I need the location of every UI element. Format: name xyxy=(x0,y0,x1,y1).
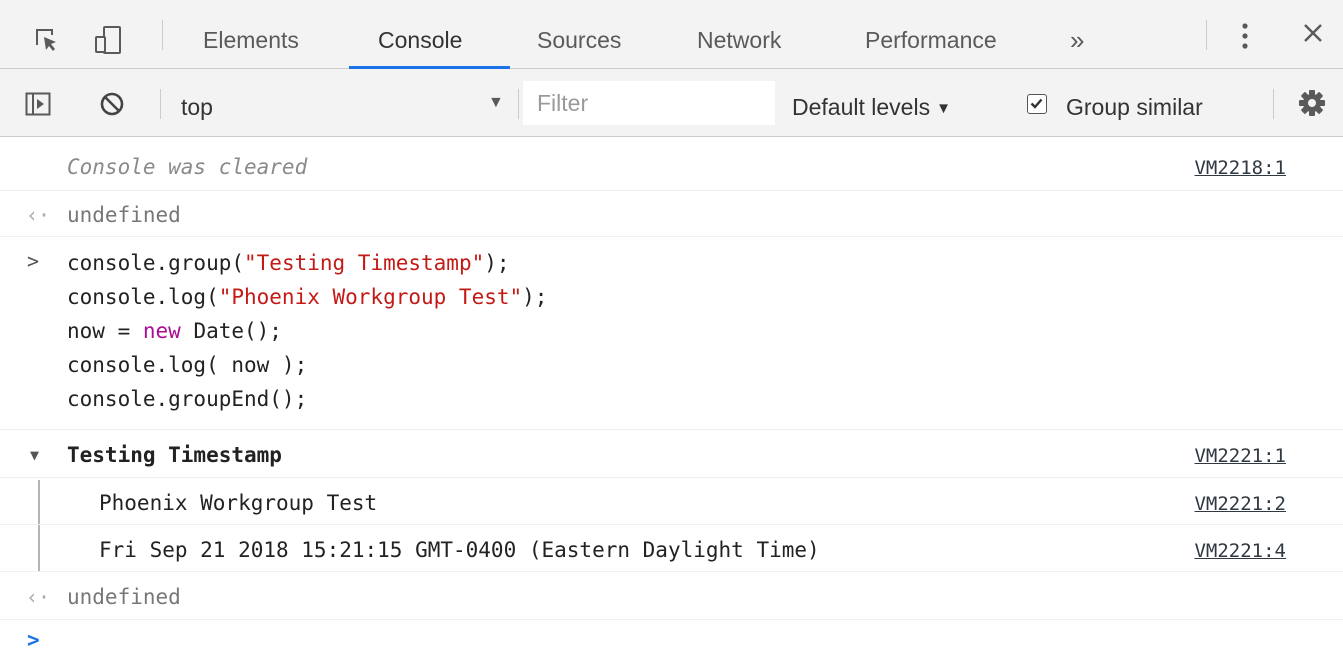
code-line: console.groupEnd(); xyxy=(67,387,308,411)
log-levels-dropdown[interactable]: Default levels ▼ xyxy=(792,69,951,137)
code-line: console.log( now ); xyxy=(67,353,308,377)
console-prompt[interactable]: > xyxy=(0,620,1343,660)
source-link[interactable]: VM2221:2 xyxy=(1194,493,1286,515)
tab-elements[interactable]: Elements xyxy=(203,0,299,69)
devtools-tab-bar: Elements Console Sources Network Perform… xyxy=(0,0,1343,69)
console-log-entry: Phoenix Workgroup Test VM2221:2 xyxy=(0,478,1343,525)
chevron-down-icon: ▼ xyxy=(936,100,951,117)
toolbar-divider xyxy=(1273,89,1274,119)
checkmark-icon xyxy=(1030,98,1043,109)
toolbar-divider xyxy=(518,89,519,119)
filter-input[interactable] xyxy=(523,81,775,125)
code-line: now = new Date(); xyxy=(67,319,282,343)
source-link[interactable]: VM2221:4 xyxy=(1194,540,1286,562)
toolbar-divider xyxy=(162,20,163,50)
console-return-value: ‹· undefined xyxy=(0,191,1343,237)
log-levels-label: Default levels xyxy=(792,94,931,120)
log-message: Phoenix Workgroup Test xyxy=(99,491,378,515)
tab-console[interactable]: Console xyxy=(378,0,462,69)
group-title: Testing Timestamp xyxy=(67,443,282,467)
tab-sources[interactable]: Sources xyxy=(537,0,621,69)
source-link[interactable]: VM2221:1 xyxy=(1194,445,1286,467)
source-link[interactable]: VM2218:1 xyxy=(1194,157,1286,179)
prompt-chevron-icon: > xyxy=(27,249,40,273)
kebab-menu-icon[interactable] xyxy=(1240,22,1250,55)
console-return-value: ‹· undefined xyxy=(0,572,1343,620)
gear-icon[interactable] xyxy=(1298,89,1326,122)
group-similar-label[interactable]: Group similar xyxy=(1066,69,1203,145)
log-message: Fri Sep 21 2018 15:21:15 GMT-0400 (Easte… xyxy=(99,538,820,562)
console-message-cleared: Console was cleared VM2218:1 xyxy=(0,137,1343,191)
console-input-entry: > console.group("Testing Timestamp"); co… xyxy=(0,237,1343,430)
close-icon[interactable] xyxy=(1302,22,1324,49)
chevron-down-icon[interactable]: ▼ xyxy=(488,91,504,115)
collapse-triangle-icon[interactable]: ▼ xyxy=(30,446,39,464)
inspect-element-icon[interactable] xyxy=(33,26,59,57)
tab-performance[interactable]: Performance xyxy=(865,0,997,69)
console-log-entry: Fri Sep 21 2018 15:21:15 GMT-0400 (Easte… xyxy=(0,525,1343,572)
cleared-message: Console was cleared xyxy=(67,155,308,179)
code-line: console.group("Testing Timestamp"); xyxy=(67,251,510,275)
more-tabs-button[interactable]: » xyxy=(1070,0,1084,80)
return-value-text: undefined xyxy=(67,203,181,227)
return-arrow-icon: ‹· xyxy=(26,585,51,609)
console-group-header[interactable]: ▼ Testing Timestamp VM2221:1 xyxy=(0,430,1343,478)
tab-network[interactable]: Network xyxy=(697,0,781,69)
context-selector[interactable]: top xyxy=(181,69,213,137)
group-similar-checkbox[interactable] xyxy=(1027,94,1047,114)
sidebar-toggle-icon[interactable] xyxy=(25,92,51,121)
return-arrow-icon: ‹· xyxy=(26,203,51,227)
console-toolbar: top ▼ Default levels▼ Group similar xyxy=(0,69,1343,137)
toolbar-divider xyxy=(160,89,161,119)
clear-console-icon[interactable] xyxy=(99,91,125,122)
device-toggle-icon[interactable] xyxy=(94,26,124,59)
return-value-text: undefined xyxy=(67,585,181,609)
toolbar-divider xyxy=(1206,20,1207,50)
prompt-chevron-icon: > xyxy=(27,628,40,652)
code-line: console.log("Phoenix Workgroup Test"); xyxy=(67,285,548,309)
